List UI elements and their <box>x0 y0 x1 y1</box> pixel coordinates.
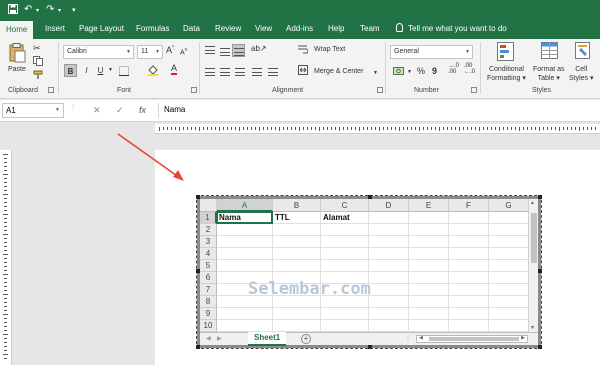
resize-handle[interactable] <box>538 345 542 349</box>
gridline <box>408 212 409 332</box>
resize-handle[interactable] <box>196 269 200 273</box>
resize-handle[interactable] <box>368 195 372 199</box>
row-header-7[interactable]: 7 <box>200 284 217 296</box>
watermark: Selembar.com <box>248 279 371 299</box>
gridline <box>217 319 529 320</box>
next-sheet-icon[interactable]: ▶ <box>217 335 222 342</box>
gridline <box>368 212 369 332</box>
select-all-corner[interactable] <box>200 199 217 212</box>
row-header-1[interactable]: 1 <box>200 212 217 224</box>
cell-c1[interactable]: Alamat <box>321 212 369 224</box>
column-header-b[interactable]: B <box>273 199 321 212</box>
resize-handle[interactable] <box>196 345 200 349</box>
horizontal-scrollbar[interactable]: ◀ ▶ <box>416 335 528 343</box>
gridline <box>320 212 321 332</box>
active-cell-border <box>216 211 273 224</box>
gridline <box>217 247 529 248</box>
vertical-scrollbar[interactable]: ▲ ▼ <box>528 199 538 332</box>
resize-handle[interactable] <box>196 195 200 199</box>
column-header-f[interactable]: F <box>449 199 489 212</box>
scroll-up-icon[interactable]: ▲ <box>530 200 535 206</box>
column-header-d[interactable]: D <box>369 199 409 212</box>
scroll-down-icon[interactable]: ▼ <box>530 325 535 331</box>
row-header-6[interactable]: 6 <box>200 272 217 284</box>
gridline <box>488 212 489 332</box>
vertical-scroll-thumb[interactable] <box>531 213 537 263</box>
prev-sheet-icon[interactable]: ◀ <box>206 335 211 342</box>
add-sheet-button[interactable]: + <box>301 334 311 344</box>
tab-split-icon[interactable]: ⋮ <box>405 335 411 342</box>
row-header-2[interactable]: 2 <box>200 224 217 236</box>
row-header-8[interactable]: 8 <box>200 296 217 308</box>
gridline <box>217 235 529 236</box>
row-header-3[interactable]: 3 <box>200 236 217 248</box>
gridline <box>217 271 529 272</box>
row-header-9[interactable]: 9 <box>200 308 217 320</box>
column-header-e[interactable]: E <box>409 199 449 212</box>
resize-handle[interactable] <box>368 345 372 349</box>
scroll-right-icon[interactable]: ▶ <box>521 335 525 341</box>
embedded-spreadsheet[interactable]: A B C D E F G 1 2 3 4 5 6 7 8 9 10 Nama TTL Alamat ▲ ▼ ◀ ▶ … <box>196 195 542 349</box>
sheet-tab-bar: ◀ ▶ Sheet1 + ⋮ ◀ ▶ <box>200 332 538 346</box>
column-header-c[interactable]: C <box>321 199 369 212</box>
sheet-tab-sheet1[interactable]: Sheet1 <box>248 332 287 346</box>
gridline <box>217 307 529 308</box>
resize-handle[interactable] <box>538 195 542 199</box>
column-header-g[interactable]: G <box>489 199 529 212</box>
gridline <box>448 212 449 332</box>
scroll-left-icon[interactable]: ◀ <box>419 335 423 341</box>
cell-b1[interactable]: TTL <box>273 212 321 224</box>
row-header-4[interactable]: 4 <box>200 248 217 260</box>
gridline <box>272 212 273 332</box>
row-header-5[interactable]: 5 <box>200 260 217 272</box>
horizontal-scroll-thumb[interactable] <box>429 337 519 341</box>
resize-handle[interactable] <box>538 269 542 273</box>
row-header-10[interactable]: 10 <box>200 320 217 332</box>
gridline <box>217 259 529 260</box>
